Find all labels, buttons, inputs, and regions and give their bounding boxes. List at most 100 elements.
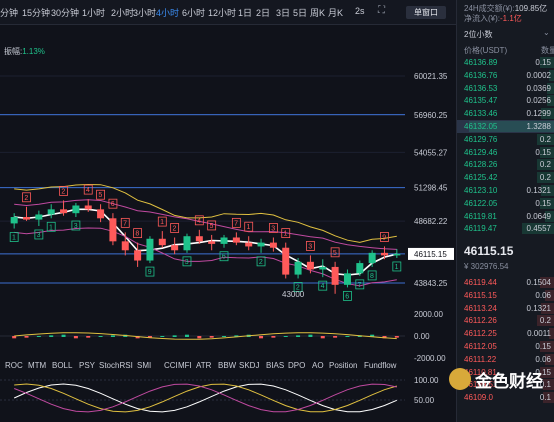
candle-body [195,236,203,242]
ask-price: 46136.89 [464,58,498,67]
candle-body [171,245,179,251]
timeframe-tab[interactable]: 月K [328,6,343,19]
indicator-tab[interactable]: MTM [28,361,46,370]
timeframe-tab[interactable]: 分钟 [0,6,18,19]
candle-body [134,250,142,261]
price-axis-label: 54055.27 [414,148,448,157]
candle-body [380,252,388,256]
macd-bar [98,336,103,337]
chevron-down-icon[interactable]: ⌄ [543,28,550,37]
ask-price: 46128.26 [464,160,498,170]
precision-select[interactable]: 2位小数 [464,29,492,40]
bid-row[interactable]: 46112.26 0.2 [457,314,554,327]
indicator-tab[interactable]: CCI [164,361,178,370]
timeframe-tab[interactable]: 12小时 [208,6,236,19]
macd-bar [197,336,202,339]
indicator-tab[interactable]: BBW [218,361,236,370]
ask-row[interactable]: 46119.47 0.4557 [457,222,554,235]
bid-row[interactable]: 46112.25 0.0011 [457,327,554,340]
timeframe-tab[interactable]: 30分钟 [51,6,79,19]
candle-body [245,242,253,247]
ask-amount: 0.2 [539,173,551,183]
ask-row[interactable]: 46122.05 0.15 [457,197,554,210]
bid-row[interactable]: 46119.44 0.1504 [457,276,554,289]
timeframe-tab[interactable]: 2小时 [111,6,134,19]
td-count: 1 [284,231,288,238]
indicator-tab[interactable]: MFI [178,361,192,370]
ask-row[interactable]: 46132.05 1.3288 [457,120,554,133]
macd-bar [61,334,66,337]
indicator-tab[interactable]: BIAS [266,361,284,370]
td-count: 6 [345,293,349,300]
td-count: 1 [160,219,164,226]
bid-row[interactable]: 46112.05 0.15 [457,340,554,353]
td-count: 1 [247,224,251,231]
timeframe-tab[interactable]: 1小时 [82,6,105,19]
indicator-tab[interactable]: DPO [288,361,305,370]
timeframe-tab[interactable]: 2日 [256,6,270,19]
ask-row[interactable]: 46136.89 0.15 [457,56,554,69]
last-price: 46115.15 [464,244,514,258]
amplitude-label: 振幅:1.13% [4,47,45,56]
ask-row[interactable]: 46136.53 0.0369 [457,82,554,95]
ask-amount: 0.15 [535,198,551,208]
bid-amount: 0.2 [539,316,551,326]
ask-row[interactable]: 46125.42 0.2 [457,171,554,184]
timeframe-tab[interactable]: 3小时 [133,6,156,19]
ask-row[interactable]: 46129.76 0.2 [457,133,554,146]
ask-amount: 1.3288 [526,122,551,131]
column-price: 价格(USDT) [464,46,508,55]
candle-body [319,266,327,270]
candle-body [97,209,105,219]
bid-amount: 0.1504 [526,278,551,287]
price-axis-label: 46115.15 [414,250,447,259]
refresh-interval[interactable]: 2s [355,6,365,16]
td-count: 1 [49,224,53,231]
macd-bar [271,336,276,338]
indicator-tab[interactable]: ROC [5,361,23,370]
macd-bar [283,336,288,337]
timeframe-tab[interactable]: 5日 [293,6,307,19]
indicator-tab[interactable]: ATR [196,361,211,370]
indicator-tab[interactable]: SKDJ [239,361,259,370]
bid-amount: 0.1321 [526,303,551,313]
bid-row[interactable]: 46113.24 0.1321 [457,302,554,315]
macd-bar [222,336,227,337]
indicator-tab[interactable]: BOLL [52,361,72,370]
fullscreen-icon[interactable]: ⛶ [378,5,385,16]
td-count: 7 [123,220,127,227]
ask-row[interactable]: 46135.47 0.0256 [457,94,554,107]
ask-row[interactable]: 46129.46 0.15 [457,146,554,159]
ask-price: 46119.81 [464,211,497,221]
moving-average-line [14,208,397,276]
candle-body [257,242,265,247]
ask-row[interactable]: 46128.26 0.2 [457,158,554,171]
candle-body [294,261,302,275]
inflow-label: 净流入(¥):-1.1亿 [464,14,522,23]
ask-row[interactable]: 46123.10 0.1321 [457,184,554,197]
indicator-tab[interactable]: SMI [137,361,151,370]
timeframe-tab[interactable]: 15分钟 [22,6,50,19]
order-book-panel: 24H成交额(¥):109.85亿 净流入(¥):-1.1亿 2位小数 ⌄ 价格… [456,0,554,422]
timeframe-tab[interactable]: 3日 [276,6,290,19]
ask-price: 46119.47 [464,224,497,234]
indicator-tab[interactable]: PSY [79,361,95,370]
ask-price: 46135.47 [464,96,498,106]
timeframe-tab[interactable]: 1日 [238,6,252,19]
indicator-tab[interactable]: Fundflow [364,361,396,370]
indicator-tabs: ROC MTM BOLL PSY StochRSI SMI CCI MFI ATR BBW SKDJ… [0,359,456,373]
timeframe-tab[interactable]: 6小时 [182,6,205,19]
indicator-tab[interactable]: Position [329,361,357,370]
td-count: 3 [37,232,41,239]
ask-row[interactable]: 46119.81 0.0649 [457,210,554,223]
timeframe-tab[interactable]: 4小时 [156,6,179,19]
bid-row[interactable]: 46115.15 0.06 [457,289,554,302]
ask-row[interactable]: 46136.76 0.0002 [457,69,554,82]
indicator-tab[interactable]: AO [312,361,324,370]
td-count: 2 [259,259,263,266]
timeframe-tab[interactable]: 周K [310,6,325,19]
single-window-button[interactable]: 单窗口 [406,6,446,19]
td-count: 4 [86,187,90,194]
ask-row[interactable]: 46133.46 0.1299 [457,107,554,120]
indicator-tab[interactable]: StochRSI [99,361,133,370]
